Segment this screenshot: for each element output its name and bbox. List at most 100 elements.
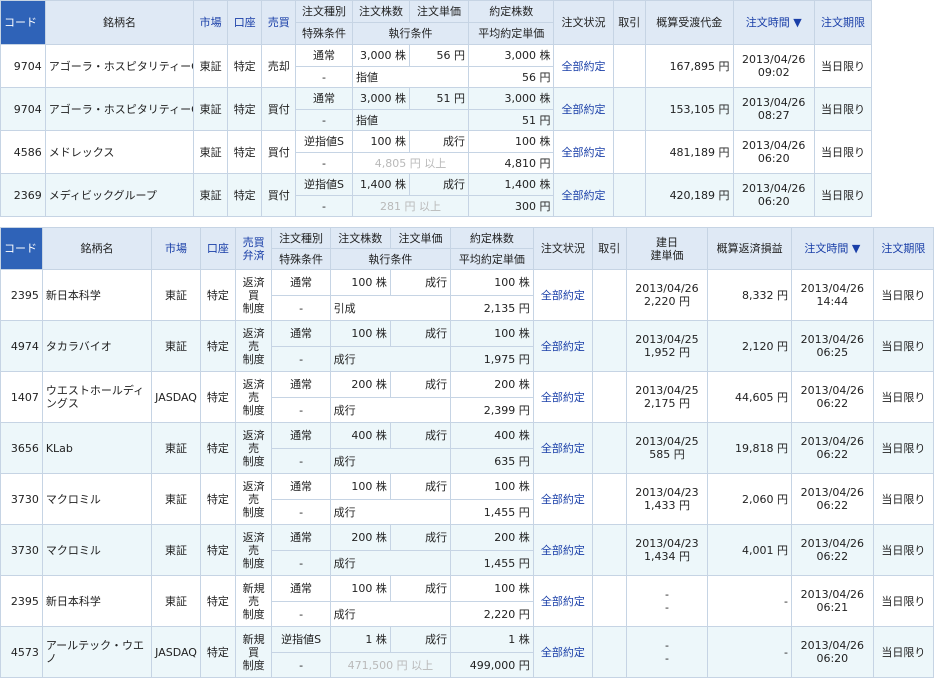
market: 東証 bbox=[151, 320, 202, 372]
avg-exec-price: 4,810 円 bbox=[468, 152, 555, 174]
order-price: 成行 bbox=[389, 269, 452, 296]
account-type: 特定 bbox=[200, 371, 236, 423]
order-price: 成行 bbox=[389, 626, 452, 653]
order-expiry: 当日限り bbox=[872, 524, 935, 576]
order-date: 2013/04/26 bbox=[800, 486, 865, 499]
col-expiry-sort[interactable]: 注文期限 bbox=[872, 227, 935, 270]
order-status-link[interactable]: 全部約定 bbox=[532, 473, 593, 525]
order-expiry: 当日限り bbox=[872, 422, 935, 474]
col-market-sort[interactable]: 市場 bbox=[151, 227, 202, 270]
col-avg-price-header: 平均約定単価 bbox=[450, 248, 534, 270]
avg-exec-price: 2,220 円 bbox=[450, 601, 534, 627]
trade-side: 返済売制度 bbox=[234, 320, 273, 372]
col-side-sort[interactable]: 売買 bbox=[261, 0, 297, 45]
col-time-sort[interactable]: 注文時間 ▼ bbox=[791, 227, 874, 270]
col-side-sort[interactable]: 売買 弁済 bbox=[234, 227, 273, 270]
exec-condition: 成行 bbox=[329, 499, 452, 525]
side-header-line1: 売買 bbox=[242, 235, 265, 249]
order-price: 成行 bbox=[389, 524, 452, 551]
order-expiry: 当日限り bbox=[813, 44, 873, 88]
order-status-link[interactable]: 全部約定 bbox=[532, 422, 593, 474]
order-status-link[interactable]: 全部約定 bbox=[532, 320, 593, 372]
trade-side: 買付 bbox=[261, 87, 297, 131]
stock-name: マクロミル bbox=[41, 524, 153, 576]
exec-condition-text: 指値 bbox=[356, 113, 379, 127]
trade-side: 返済売制度 bbox=[234, 473, 273, 525]
exec-condition-text: 成行 bbox=[333, 454, 356, 468]
trade-side-line1: 返済 bbox=[242, 530, 265, 544]
build-price: 2,175 円 bbox=[643, 397, 690, 410]
col-account-sort[interactable]: 口座 bbox=[226, 0, 263, 45]
order-status-link[interactable]: 全部約定 bbox=[553, 130, 614, 174]
stock-code: 1407 bbox=[0, 371, 43, 423]
col-time-sort[interactable]: 注文時間 ▼ bbox=[732, 0, 815, 45]
table-row: 2369 メディビックグループ 東証 特定 買付 逆指値S 1,400 株成行 1,400 株… bbox=[0, 173, 873, 217]
order-date: 2013/04/26 bbox=[800, 333, 865, 346]
build-date: 2013/04/25 bbox=[635, 384, 699, 397]
order-qty: 400 株 bbox=[329, 422, 391, 449]
account-type: 特定 bbox=[226, 87, 263, 131]
table-row: 9704 アゴーラ・ホスピタリティーG 東証 特定 買付 通常 3,000 株 51 円 3,0… bbox=[0, 87, 873, 131]
trade-side-line2: 売 bbox=[248, 543, 260, 557]
col-code-sort[interactable]: コード bbox=[0, 0, 46, 45]
build-header-line1: 建日 bbox=[655, 235, 678, 249]
order-time: 2013/04/26 06:20 bbox=[732, 173, 815, 217]
col-exec-cond-header: 執行条件 bbox=[329, 248, 452, 270]
build-price: 1,434 円 bbox=[643, 550, 690, 563]
exec-condition: 281 円 以上 bbox=[352, 195, 470, 217]
account-type: 特定 bbox=[200, 575, 236, 627]
exec-condition-text: 成行 bbox=[333, 556, 356, 570]
trade-side-line2: 買 bbox=[248, 645, 260, 659]
col-code-sort[interactable]: コード bbox=[0, 227, 43, 270]
order-date: 2013/04/26 bbox=[742, 96, 806, 109]
build-date: - bbox=[664, 639, 669, 652]
order-status-link[interactable]: 全部約定 bbox=[532, 371, 593, 423]
build-price: 1,433 円 bbox=[643, 499, 690, 512]
col-account-sort[interactable]: 口座 bbox=[200, 227, 236, 270]
order-expiry: 当日限り bbox=[872, 626, 935, 678]
order-type: 通常 bbox=[271, 473, 331, 500]
order-qty: 100 株 bbox=[329, 320, 391, 347]
order-qty: 100 株 bbox=[352, 130, 410, 153]
estimated-pl: - bbox=[707, 575, 792, 627]
trade-side-line3: 制度 bbox=[242, 607, 265, 621]
avg-exec-price: 1,455 円 bbox=[450, 550, 534, 576]
trade-side-line1: 返済 bbox=[242, 275, 265, 289]
market: 東証 bbox=[193, 130, 228, 174]
trade-side-line3: 制度 bbox=[242, 352, 265, 366]
trade-side-line3: 制度 bbox=[242, 505, 265, 519]
exec-qty: 100 株 bbox=[450, 320, 534, 347]
order-status-link[interactable]: 全部約定 bbox=[553, 173, 614, 217]
col-market-sort[interactable]: 市場 bbox=[193, 0, 228, 45]
order-status-link[interactable]: 全部約定 bbox=[532, 626, 593, 678]
torihiki-cell bbox=[612, 173, 647, 217]
order-status-link[interactable]: 全部約定 bbox=[553, 87, 614, 131]
market: 東証 bbox=[151, 473, 202, 525]
trigger-price: 281 円 以上 bbox=[380, 199, 442, 213]
order-clock: 06:20 bbox=[757, 152, 790, 165]
table-row: 3656 KLab 東証 特定 返済売制度 通常 400 株成行 400 株全部約定 2013/… bbox=[0, 422, 935, 474]
order-qty: 200 株 bbox=[329, 524, 391, 551]
order-type: 逆指値S bbox=[271, 626, 331, 653]
torihiki-cell bbox=[591, 524, 627, 576]
order-status-link[interactable]: 全部約定 bbox=[532, 524, 593, 576]
stock-name: タカラバイオ bbox=[41, 320, 153, 372]
order-status-link[interactable]: 全部約定 bbox=[532, 269, 593, 321]
account-type: 特定 bbox=[226, 44, 263, 88]
order-status-link[interactable]: 全部約定 bbox=[532, 575, 593, 627]
stock-name: 新日本科学 bbox=[41, 575, 153, 627]
trade-side-line1: 新規 bbox=[242, 581, 265, 595]
order-status-link[interactable]: 全部約定 bbox=[553, 44, 614, 88]
stock-code: 3656 bbox=[0, 422, 43, 474]
table-row: 3730 マクロミル 東証 特定 返済売制度 通常 100 株成行 100 株全部約定 2013… bbox=[0, 473, 935, 525]
order-time: 2013/04/26 06:21 bbox=[791, 575, 874, 627]
exec-condition-text: 成行 bbox=[333, 505, 356, 519]
build-price: - bbox=[664, 601, 669, 614]
order-date: 2013/04/26 bbox=[800, 588, 865, 601]
exec-condition: 成行 bbox=[329, 346, 452, 372]
col-amount-header: 概算受渡代金 bbox=[645, 0, 734, 45]
col-expiry-sort[interactable]: 注文期限 bbox=[813, 0, 873, 45]
col-exec-qty-header: 約定株数 bbox=[450, 227, 534, 249]
order-date: 2013/04/26 bbox=[800, 537, 865, 550]
col-status-header: 注文状況 bbox=[532, 227, 593, 270]
